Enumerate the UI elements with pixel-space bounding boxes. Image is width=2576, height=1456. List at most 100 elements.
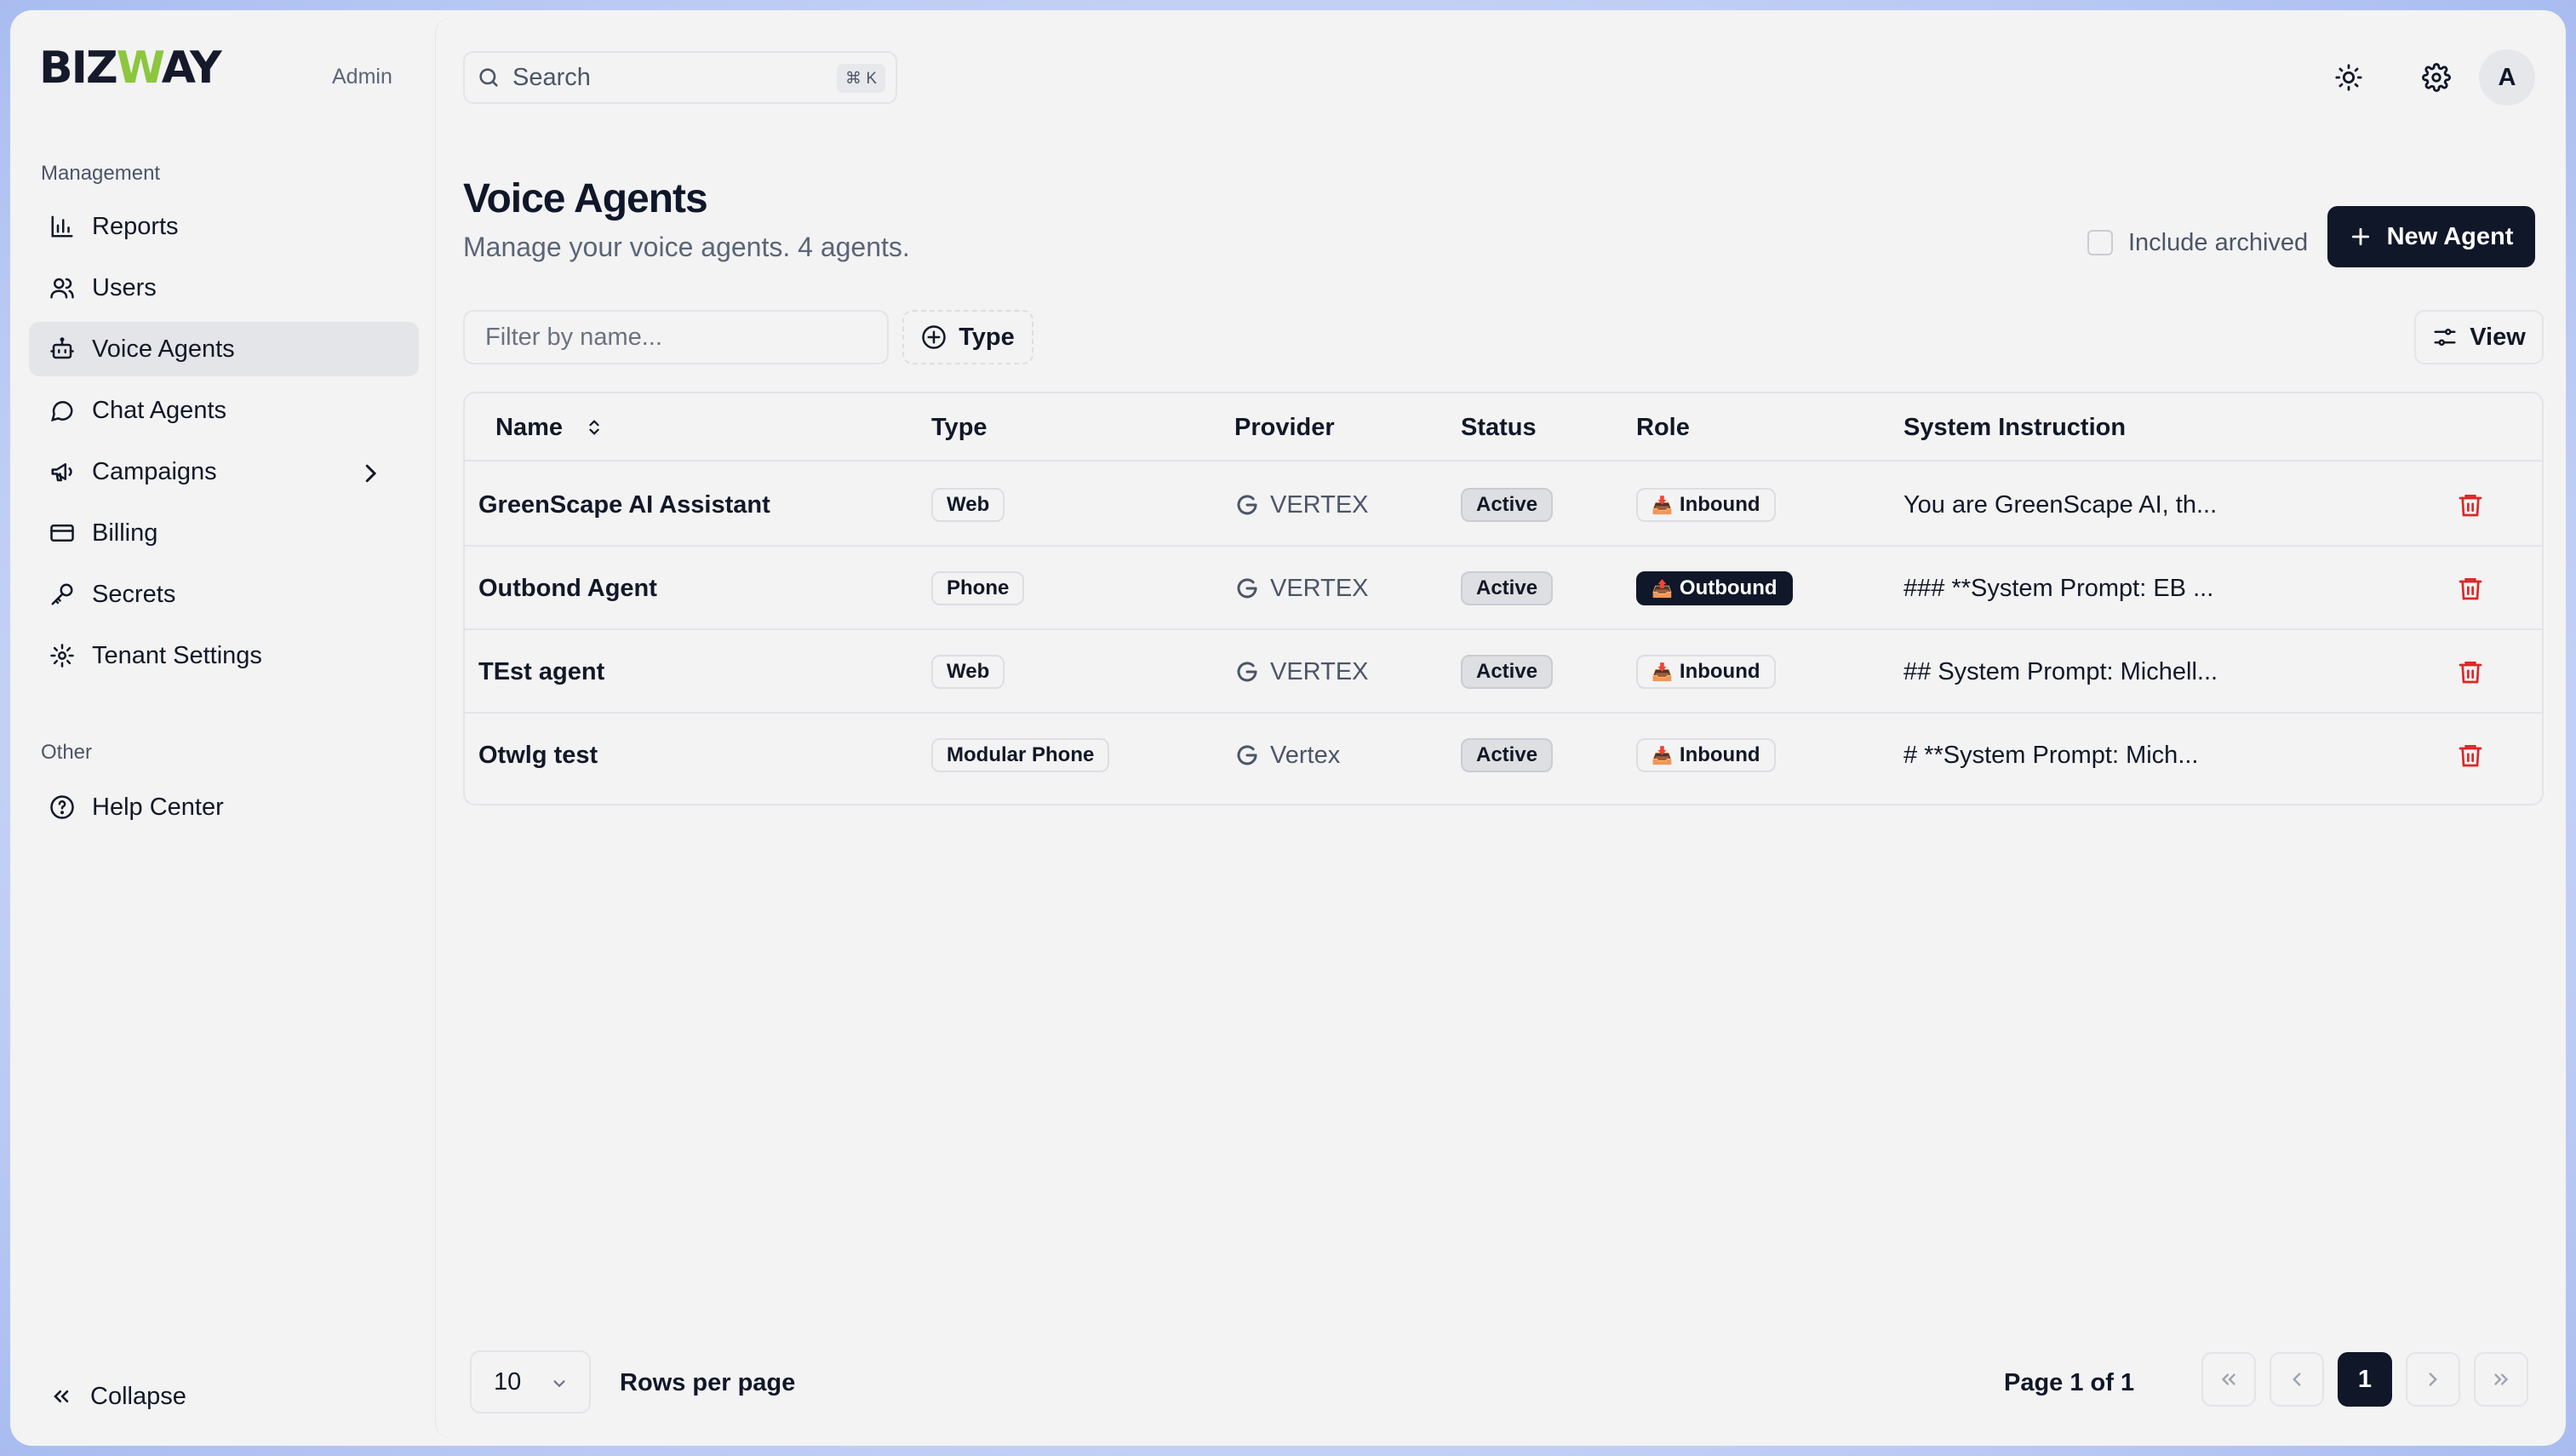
chevron-left-icon bbox=[2293, 1373, 2301, 1386]
table-row[interactable]: TEst agent Web VERTEX Active 📥 Inbound ##… bbox=[465, 630, 2542, 714]
role-badge: 📥 Inbound bbox=[1636, 488, 1776, 522]
chevron-right-icon[interactable] bbox=[358, 461, 383, 486]
chevrons-left-icon bbox=[2221, 1373, 2235, 1385]
type-badge: Web bbox=[931, 655, 1005, 689]
sidebar-item-tenant-settings[interactable]: Tenant Settings bbox=[29, 628, 419, 683]
last-page-button[interactable] bbox=[2474, 1352, 2528, 1407]
google-icon bbox=[1237, 495, 1257, 515]
section-label-management: Management bbox=[41, 162, 161, 185]
settings-button[interactable] bbox=[2413, 54, 2459, 100]
app-window: BIZWAY Admin Management Reports Users Vo… bbox=[10, 10, 2566, 1446]
system-instruction: # **System Prompt: Mich... bbox=[1903, 741, 2199, 769]
page-info: Page 1 of 1 bbox=[2004, 1369, 2135, 1396]
system-instruction: ### **System Prompt: EB ... bbox=[1903, 574, 2214, 602]
rows-per-page-select[interactable]: 10 bbox=[470, 1350, 591, 1413]
google-icon bbox=[1237, 578, 1257, 599]
include-archived-toggle[interactable]: Include archived bbox=[2087, 221, 2308, 264]
agent-name[interactable]: GreenScape AI Assistant bbox=[478, 463, 770, 547]
sort-icon[interactable] bbox=[585, 418, 604, 437]
table-row[interactable]: Outbond Agent Phone VERTEX Active 📤 Outbo… bbox=[465, 547, 2542, 630]
search-input[interactable]: Search ⌘ K bbox=[463, 51, 897, 104]
sidebar-item-chat-agents[interactable]: Chat Agents bbox=[29, 383, 419, 438]
inbox-tray-icon: 📥 bbox=[1652, 746, 1673, 765]
trash-icon[interactable] bbox=[2457, 575, 2484, 602]
sidebar-item-label: Help Center bbox=[92, 793, 224, 821]
collapse-label: Collapse bbox=[90, 1382, 186, 1410]
type-filter-label: Type bbox=[959, 323, 1015, 351]
sidebar-item-help-center[interactable]: Help Center bbox=[29, 780, 419, 834]
gear-icon bbox=[50, 644, 74, 668]
avatar[interactable]: A bbox=[2479, 49, 2535, 106]
sidebar-item-billing[interactable]: Billing bbox=[29, 506, 419, 560]
first-page-button[interactable] bbox=[2201, 1352, 2256, 1407]
google-icon bbox=[1237, 662, 1257, 682]
message-circle-icon bbox=[50, 401, 73, 422]
next-page-button[interactable] bbox=[2406, 1352, 2460, 1407]
system-instruction: You are GreenScape AI, th... bbox=[1903, 490, 2218, 519]
table-row[interactable]: GreenScape AI Assistant Web VERTEX Activ… bbox=[465, 463, 2542, 547]
chevron-right-icon bbox=[2429, 1373, 2437, 1386]
role-badge: 📥 Inbound bbox=[1636, 738, 1776, 772]
status-badge: Active bbox=[1461, 488, 1554, 522]
window-frame: BIZWAY Admin Management Reports Users Vo… bbox=[0, 0, 2576, 1456]
agent-name[interactable]: Otwlg test bbox=[478, 714, 598, 797]
sidebar-item-users[interactable]: Users bbox=[29, 261, 419, 315]
column-header-name[interactable]: Name bbox=[495, 393, 604, 461]
plus-icon bbox=[2351, 227, 2369, 246]
sidebar-item-voice-agents[interactable]: Voice Agents bbox=[29, 322, 419, 376]
theme-toggle-button[interactable] bbox=[2326, 54, 2372, 100]
sidebar-item-label: Voice Agents bbox=[92, 335, 235, 363]
google-icon bbox=[1237, 745, 1257, 765]
sliders-icon bbox=[2434, 329, 2456, 346]
provider-name: VERTEX bbox=[1270, 490, 1369, 519]
help-circle-icon bbox=[50, 795, 74, 819]
include-archived-checkbox[interactable] bbox=[2087, 230, 2113, 255]
type-filter-button[interactable]: Type bbox=[902, 310, 1033, 364]
sidebar: BIZWAY Admin Management Reports Users Vo… bbox=[10, 10, 432, 1446]
column-header-provider: Provider bbox=[1234, 413, 1335, 441]
type-badge: Web bbox=[931, 488, 1005, 522]
system-instruction: ## System Prompt: Michell... bbox=[1903, 657, 2218, 685]
logo-text-w: W bbox=[116, 43, 163, 94]
type-badge: Phone bbox=[931, 571, 1025, 605]
trash-icon[interactable] bbox=[2457, 658, 2484, 685]
provider-cell: Vertex bbox=[1234, 742, 1340, 770]
new-agent-button[interactable]: New Agent bbox=[2327, 206, 2535, 267]
previous-page-button[interactable] bbox=[2270, 1352, 2324, 1407]
sidebar-item-label: Chat Agents bbox=[92, 396, 226, 424]
column-header-role: Role bbox=[1636, 413, 1690, 441]
rows-per-page-label: Rows per page bbox=[620, 1369, 796, 1396]
search-placeholder: Search bbox=[512, 63, 591, 91]
section-label-other: Other bbox=[41, 741, 93, 764]
filter-by-name-input[interactable] bbox=[463, 310, 889, 364]
bar-chart-icon bbox=[51, 215, 73, 238]
role-badge: 📤 Outbound bbox=[1636, 571, 1793, 605]
column-header-type: Type bbox=[931, 413, 987, 441]
status-badge: Active bbox=[1461, 571, 1554, 605]
main-panel: Search ⌘ K A Voice Agents Manage your vo… bbox=[436, 17, 2559, 1439]
key-icon bbox=[51, 583, 73, 605]
sidebar-item-label: Users bbox=[92, 273, 157, 301]
view-options-button[interactable]: View bbox=[2414, 310, 2544, 364]
chevrons-left-icon bbox=[54, 1390, 69, 1403]
include-archived-label: Include archived bbox=[2128, 228, 2309, 256]
plus-circle-icon bbox=[922, 325, 946, 349]
table-row[interactable]: Otwlg test Modular Phone Vertex Active 📥… bbox=[465, 714, 2542, 797]
trash-icon[interactable] bbox=[2457, 491, 2484, 519]
page-number-button[interactable]: 1 bbox=[2338, 1352, 2392, 1407]
logo[interactable]: BIZWAY bbox=[39, 43, 222, 94]
role-badge: 📥 Inbound bbox=[1636, 655, 1776, 689]
chevron-down-icon bbox=[553, 1380, 565, 1388]
provider-name: Vertex bbox=[1270, 741, 1341, 769]
role-label: Admin bbox=[332, 65, 392, 89]
sidebar-item-campaigns[interactable]: Campaigns bbox=[29, 444, 419, 499]
trash-icon[interactable] bbox=[2457, 742, 2484, 769]
sidebar-item-secrets[interactable]: Secrets bbox=[29, 567, 419, 622]
agent-name[interactable]: Outbond Agent bbox=[478, 547, 657, 630]
agent-name[interactable]: TEst agent bbox=[478, 630, 604, 714]
logo-text-post: AY bbox=[161, 43, 222, 94]
collapse-button[interactable]: Collapse bbox=[29, 1373, 186, 1420]
sidebar-item-reports[interactable]: Reports bbox=[29, 199, 419, 254]
search-shortcut: ⌘ K bbox=[837, 64, 885, 93]
inbox-tray-icon: 📥 bbox=[1652, 662, 1673, 682]
